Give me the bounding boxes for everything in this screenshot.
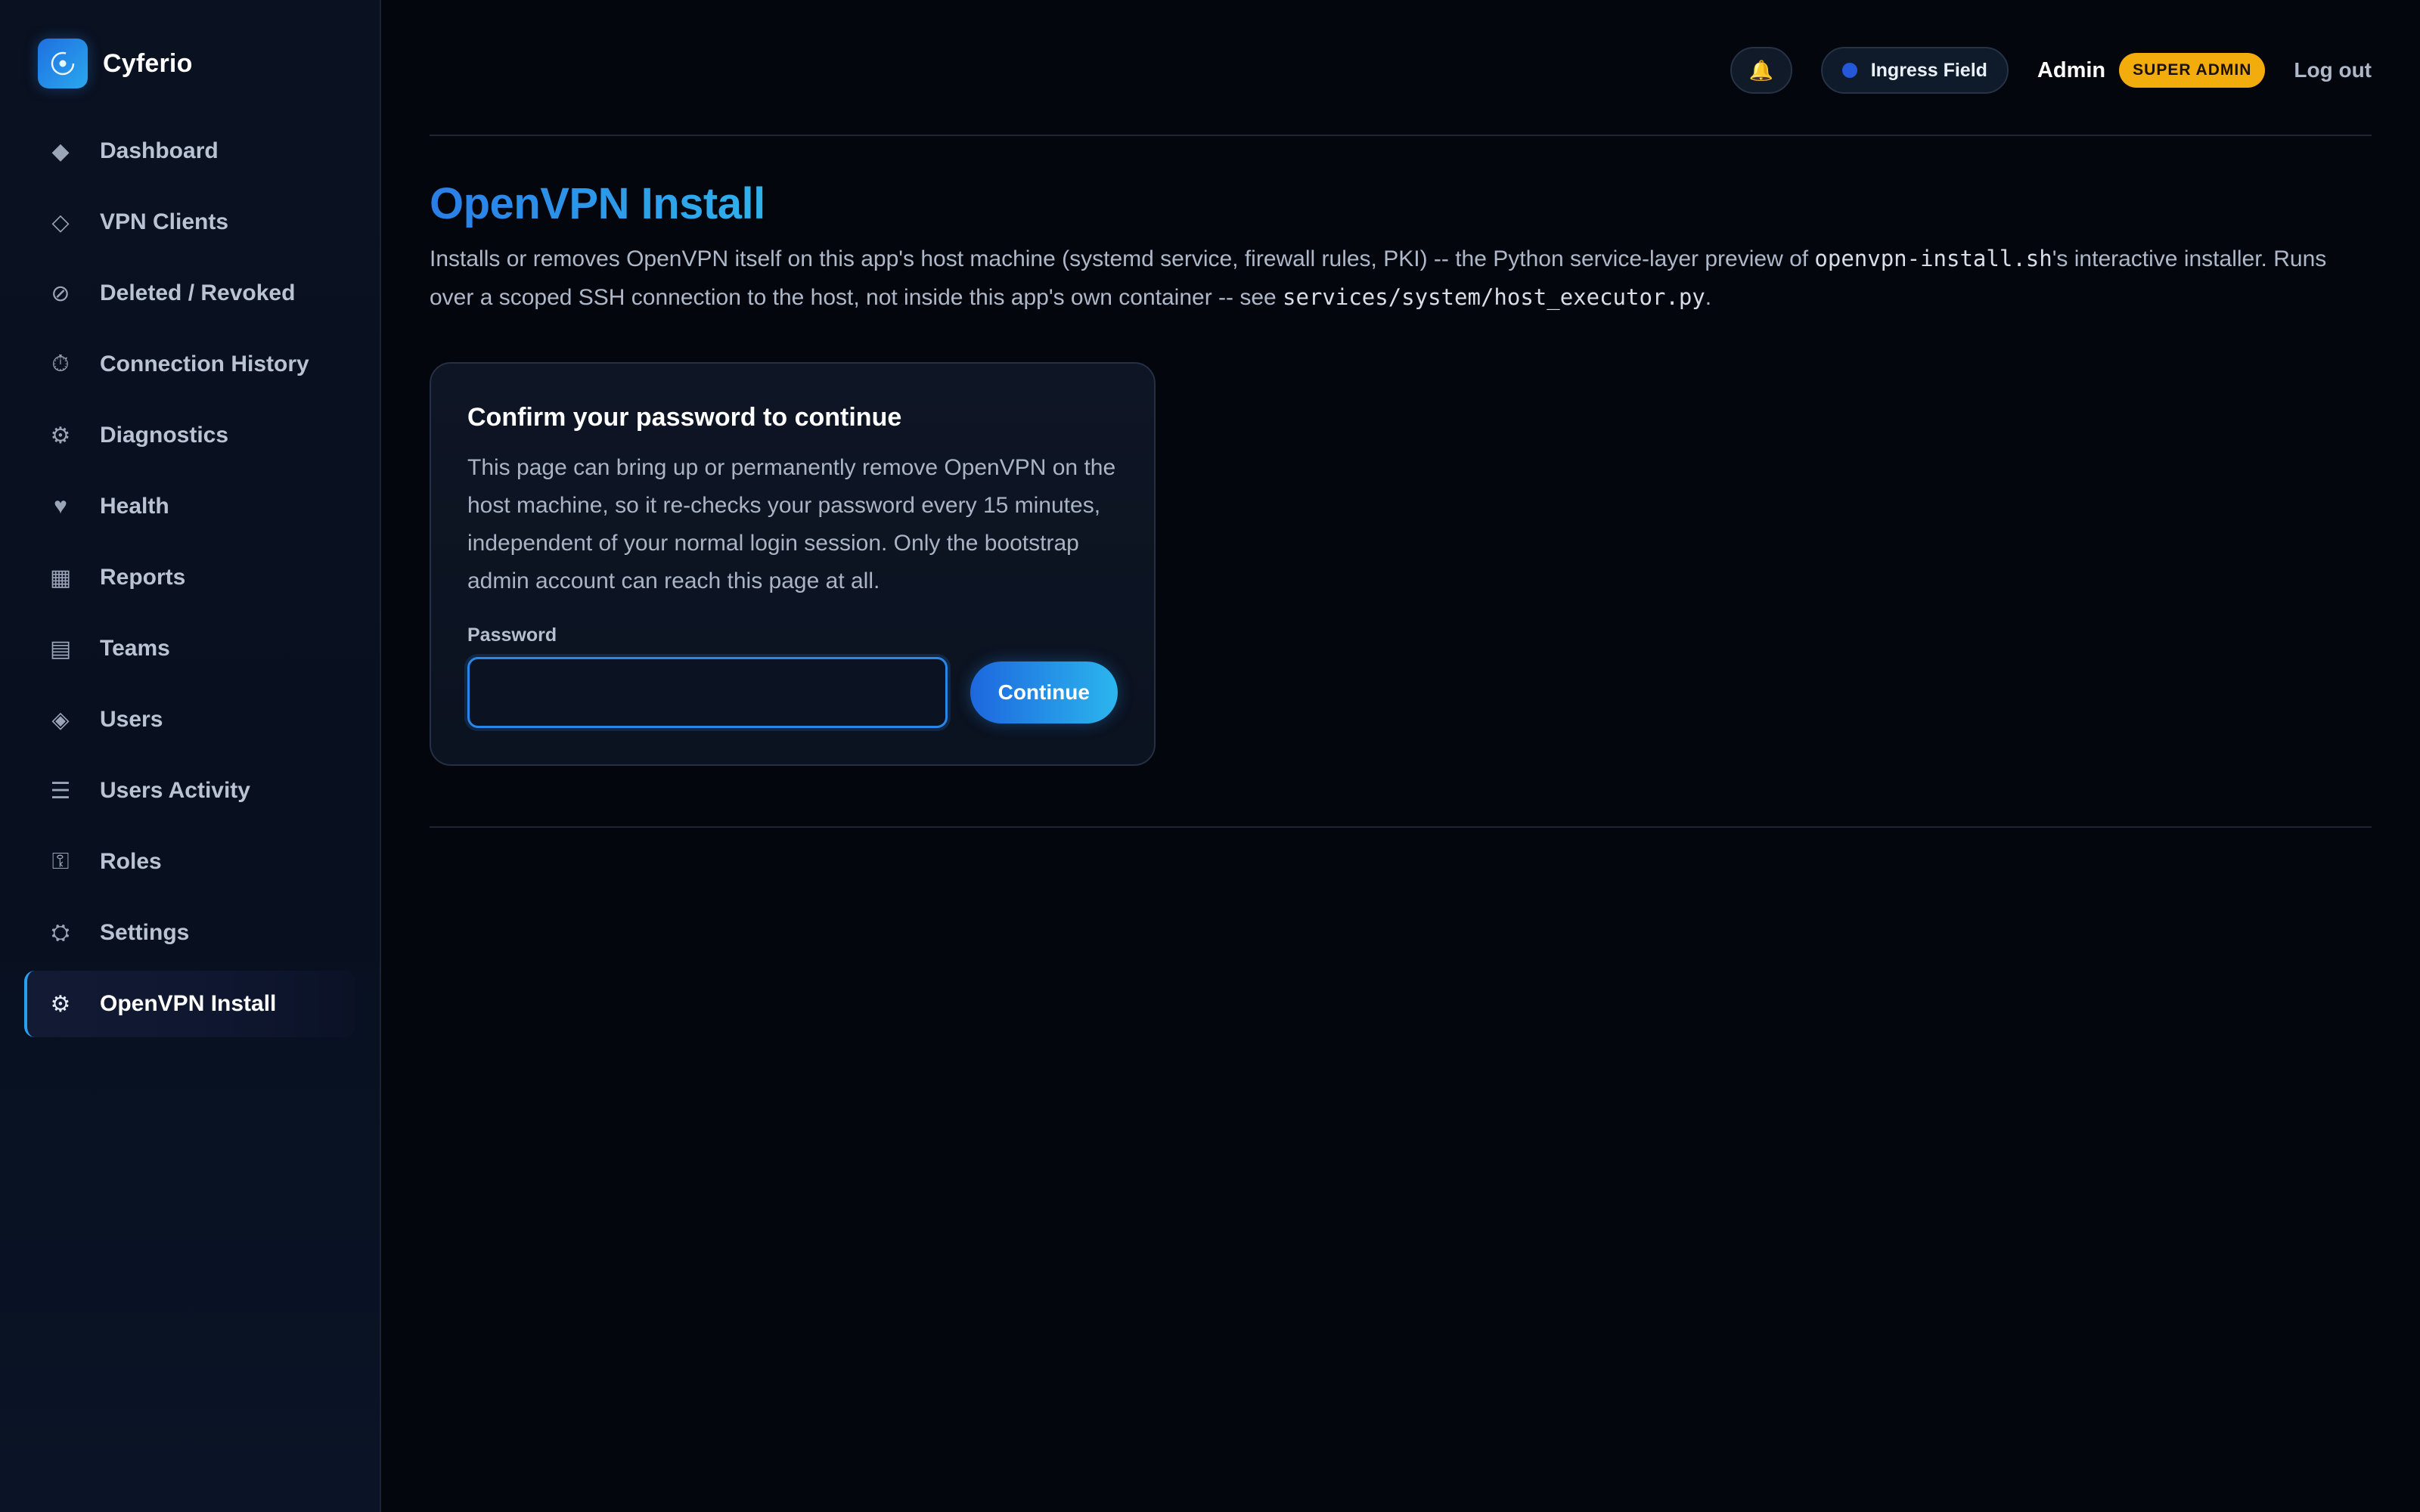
status-dot-icon bbox=[1841, 63, 1857, 78]
logout-link[interactable]: Log out bbox=[2294, 58, 2372, 82]
script-filename: openvpn-install.sh bbox=[1814, 246, 2052, 271]
environment-pill[interactable]: Ingress Field bbox=[1820, 47, 2009, 94]
sidebar-item-label: Reports bbox=[100, 565, 186, 590]
sidebar-item-label: OpenVPN Install bbox=[100, 991, 277, 1016]
stopwatch-icon: ⏱ bbox=[51, 352, 70, 376]
sidebar-item-label: Connection History bbox=[100, 352, 309, 376]
notifications-button[interactable]: 🔔 bbox=[1730, 47, 1792, 94]
prohibited-icon: ⊘ bbox=[51, 280, 70, 306]
list-box-icon: ▤ bbox=[49, 636, 72, 662]
sidebar-item-vpn-clients[interactable]: ◇ VPN Clients bbox=[24, 189, 355, 256]
brand-name: Cyferio bbox=[103, 48, 193, 78]
bell-icon: 🔔 bbox=[1748, 58, 1773, 82]
sidebar-item-dashboard[interactable]: ◆ Dashboard bbox=[24, 118, 355, 184]
gear-icon: ⚙ bbox=[50, 991, 71, 1017]
app-shell: Cyferio ◆ Dashboard ◇ VPN Clients ⊘ Dele… bbox=[0, 0, 2420, 1512]
sidebar-item-users-activity[interactable]: ☰ Users Activity bbox=[24, 758, 355, 824]
card-description: This page can bring up or permanently re… bbox=[467, 455, 1116, 593]
sidebar-item-settings[interactable]: ⛭ Settings bbox=[24, 900, 355, 966]
heart-icon: ♥ bbox=[54, 494, 67, 519]
main-content: 🔔 Ingress Field Admin SUPER ADMIN Log ou… bbox=[381, 0, 2420, 1512]
sidebar-item-label: Health bbox=[100, 494, 169, 519]
diamond-outline-icon: ◇ bbox=[51, 209, 70, 235]
diamond-icon: ◆ bbox=[51, 138, 70, 164]
menu-lines-icon: ☰ bbox=[50, 778, 71, 804]
environment-label: Ingress Field bbox=[1870, 59, 1987, 81]
sidebar-item-users[interactable]: ◈ Users bbox=[24, 686, 355, 753]
sidebar-item-label: Users bbox=[100, 707, 163, 732]
sidebar-item-openvpn-install[interactable]: ⚙ OpenVPN Install bbox=[24, 971, 355, 1037]
password-label: Password bbox=[467, 624, 557, 646]
gear-icon: ⚙ bbox=[50, 423, 71, 448]
page-description-text: Installs or removes OpenVPN itself on th… bbox=[430, 246, 1815, 271]
cog-icon: ⛭ bbox=[51, 920, 70, 945]
password-form-row: Continue bbox=[467, 657, 1118, 728]
sidebar: Cyferio ◆ Dashboard ◇ VPN Clients ⊘ Dele… bbox=[0, 0, 381, 1512]
sidebar-item-connection-history[interactable]: ⏱ Connection History bbox=[24, 331, 355, 398]
section-divider bbox=[430, 826, 2372, 828]
sidebar-item-label: Teams bbox=[100, 636, 170, 661]
sidebar-item-health[interactable]: ♥ Health bbox=[24, 473, 355, 540]
page-title: OpenVPN Install bbox=[430, 179, 765, 228]
sidebar-item-label: VPN Clients bbox=[100, 209, 229, 234]
brand[interactable]: Cyferio bbox=[38, 38, 355, 89]
card-title: Confirm your password to continue bbox=[467, 403, 902, 432]
page-description: Installs or removes OpenVPN itself on th… bbox=[430, 240, 2350, 317]
key-icon: ⚿ bbox=[51, 849, 70, 874]
brand-logo-icon bbox=[38, 39, 88, 88]
continue-button[interactable]: Continue bbox=[970, 662, 1118, 723]
executor-filepath: services/system/host_executor.py bbox=[1283, 284, 1705, 310]
sidebar-item-reports[interactable]: ▦ Reports bbox=[24, 544, 355, 611]
password-input[interactable] bbox=[467, 657, 948, 728]
top-bar: 🔔 Ingress Field Admin SUPER ADMIN Log ou… bbox=[430, 0, 2372, 136]
role-badge: SUPER ADMIN bbox=[2119, 53, 2266, 88]
sidebar-item-diagnostics[interactable]: ⚙ Diagnostics bbox=[24, 402, 355, 469]
grid-icon: ▦ bbox=[49, 565, 72, 590]
sidebar-item-label: Roles bbox=[100, 849, 162, 874]
sidebar-item-deleted-revoked[interactable]: ⊘ Deleted / Revoked bbox=[24, 260, 355, 327]
sidebar-item-teams[interactable]: ▤ Teams bbox=[24, 615, 355, 682]
diamond-dot-icon: ◈ bbox=[51, 707, 70, 733]
sidebar-item-label: Settings bbox=[100, 920, 190, 945]
sidebar-nav: ◆ Dashboard ◇ VPN Clients ⊘ Deleted / Re… bbox=[24, 118, 355, 1037]
page-description-text: . bbox=[1705, 285, 1712, 310]
sidebar-item-label: Users Activity bbox=[100, 778, 250, 803]
user-name: Admin bbox=[2037, 57, 2106, 82]
sidebar-item-roles[interactable]: ⚿ Roles bbox=[24, 829, 355, 895]
sidebar-item-label: Diagnostics bbox=[100, 423, 229, 448]
sidebar-item-label: Dashboard bbox=[100, 138, 219, 163]
sidebar-item-label: Deleted / Revoked bbox=[100, 280, 296, 305]
password-confirm-card: Confirm your password to continue This p… bbox=[430, 362, 1156, 766]
